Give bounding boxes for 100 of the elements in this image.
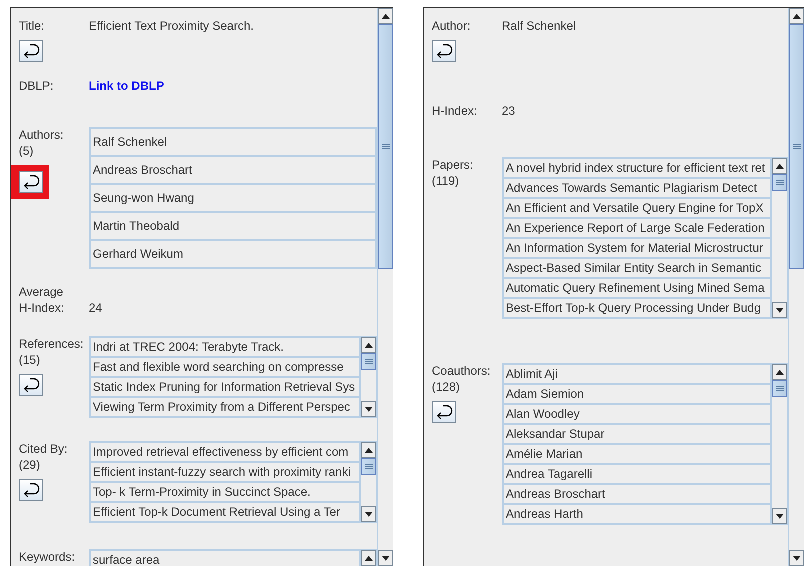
field-value: 24	[89, 300, 104, 316]
list-item[interactable]: Aleksandar Stupar	[503, 424, 772, 444]
return-arrow-icon	[435, 404, 453, 420]
list-item[interactable]: Alan Woodley	[503, 404, 772, 424]
arrow-down-icon	[776, 308, 784, 312]
back-button[interactable]	[19, 171, 43, 193]
arrow-down-icon	[792, 556, 801, 560]
list-item[interactable]: Advances Towards Semantic Plagiarism Detect	[503, 178, 772, 198]
list-item[interactable]: A novel hybrid index structure for efficient text ret	[503, 158, 772, 178]
scroll-up-button[interactable]	[378, 8, 393, 24]
list-item[interactable]: Andrea Tagarelli	[503, 464, 772, 484]
list-item[interactable]: Improved retrieval effectiveness by efficient com	[90, 442, 360, 462]
scroll-down-button[interactable]	[772, 508, 788, 524]
field-label: H-Index:	[432, 103, 478, 119]
arrow-up-icon	[776, 164, 784, 168]
list-item[interactable]: Aspect-Based Similar Entity Search in Semantic	[503, 258, 772, 278]
scroll-up-button[interactable]	[772, 158, 788, 174]
grip-icon	[364, 464, 373, 470]
field-label: Average H-Index:	[19, 284, 66, 316]
list-item[interactable]: Amélie Marian	[503, 444, 772, 464]
list-item[interactable]: An Efficient and Versatile Query Engine for TopX	[503, 198, 772, 218]
field-value: 23	[502, 103, 516, 119]
list-item[interactable]: Gerhard Weikum	[90, 240, 376, 268]
grip-icon	[382, 144, 390, 150]
field-label: DBLP:	[19, 78, 54, 94]
arrow-up-icon	[364, 556, 373, 560]
list-item[interactable]: Adam Siemion	[503, 384, 772, 404]
scrollbar-thumb[interactable]	[378, 24, 393, 269]
scroll-up-button[interactable]	[361, 550, 376, 566]
arrow-up-icon	[364, 448, 373, 452]
scroll-up-button[interactable]	[361, 442, 376, 458]
field-value: Ralf Schenkel	[502, 18, 578, 34]
count-label: (5)	[19, 143, 34, 159]
scroll-down-button[interactable]	[361, 401, 376, 417]
field-label: Authors:	[19, 127, 64, 143]
list-item[interactable]: Ralf Schenkel	[90, 128, 376, 156]
scrollbar-thumb[interactable]	[772, 174, 788, 191]
list-item[interactable]: Andreas Harth	[503, 504, 772, 524]
list-item[interactable]: Efficient Top-k Document Retrieval Using a Ter	[90, 502, 360, 522]
list-item[interactable]: An Information System for Material Microstructur	[503, 238, 772, 258]
list-item[interactable]: Automatic Query Refinement Using Mined Sema	[503, 278, 772, 298]
back-button[interactable]	[19, 374, 43, 396]
back-button[interactable]	[432, 40, 456, 62]
list-item[interactable]: Seung-won Hwang	[90, 184, 376, 212]
scrollbar-thumb[interactable]	[361, 458, 376, 475]
return-arrow-icon	[435, 43, 453, 59]
grip-icon	[776, 180, 784, 186]
dblp-link[interactable]: Link to DBLP	[89, 78, 378, 94]
scrollbar-thumb[interactable]	[361, 353, 376, 370]
list-item[interactable]: surface area	[90, 550, 360, 566]
back-button[interactable]	[432, 401, 456, 423]
list-item[interactable]: Efficient instant-fuzzy search with proximity ranki	[90, 462, 360, 482]
scroll-down-button[interactable]	[361, 506, 376, 522]
field-label: Coauthors:	[432, 363, 491, 379]
list-item[interactable]: Viewing Term Proximity from a Different Perspec	[90, 397, 360, 417]
scroll-down-button[interactable]	[789, 550, 804, 566]
arrow-down-icon	[364, 512, 373, 516]
count-label: (128)	[432, 379, 460, 395]
count-label: (119)	[432, 173, 460, 189]
field-label: References:	[19, 336, 84, 352]
arrow-up-icon	[364, 342, 373, 348]
field-value: Efficient Text Proximity Search.	[89, 18, 255, 34]
scroll-up-button[interactable]	[772, 364, 788, 380]
grip-icon	[776, 386, 784, 392]
arrow-down-icon	[776, 514, 784, 518]
list-item[interactable]: Best-Effort Top-k Query Processing Under Budg	[503, 298, 772, 318]
list-item[interactable]: Martin Theobald	[90, 212, 376, 240]
field-label: Cited By:	[19, 441, 68, 457]
field-label: Title:	[19, 18, 45, 34]
arrow-up-icon	[792, 14, 801, 18]
arrow-down-icon	[364, 406, 373, 412]
return-arrow-icon	[22, 377, 40, 393]
list-item[interactable]: Andreas Broschart	[90, 156, 376, 184]
list-item[interactable]: Ablimit Aji	[503, 364, 772, 384]
arrow-down-icon	[382, 556, 390, 560]
back-button[interactable]	[19, 40, 43, 62]
list-item[interactable]: An Experience Report of Large Scale Federation	[503, 218, 772, 238]
scrollbar-thumb[interactable]	[772, 380, 788, 397]
arrow-up-icon	[776, 370, 784, 374]
list-item[interactable]: Top- k Term-Proximity in Succinct Space.	[90, 482, 360, 502]
scrollbar-thumb[interactable]	[789, 24, 804, 269]
scroll-up-button[interactable]	[789, 8, 804, 24]
scroll-down-button[interactable]	[378, 550, 393, 566]
count-label: (15)	[19, 352, 40, 368]
list-item[interactable]: Static Index Pruning for Information Retrieval Sys	[90, 377, 360, 397]
count-label: (29)	[19, 457, 40, 473]
return-arrow-icon	[22, 482, 40, 498]
return-arrow-icon	[22, 174, 40, 190]
back-button[interactable]	[19, 479, 43, 501]
scroll-up-button[interactable]	[361, 337, 376, 353]
list-item[interactable]: Indri at TREC 2004: Terabyte Track.	[90, 337, 360, 357]
list-item[interactable]: Andreas Broschart	[503, 484, 772, 504]
grip-icon	[364, 358, 373, 364]
scroll-down-button[interactable]	[772, 302, 788, 318]
field-label: Keywords:	[19, 549, 76, 565]
field-label: Author:	[432, 18, 471, 34]
field-label: Papers:	[432, 157, 474, 173]
grip-icon	[792, 144, 801, 150]
list-item[interactable]: Fast and flexible word searching on compresse	[90, 357, 360, 377]
arrow-up-icon	[382, 14, 390, 18]
